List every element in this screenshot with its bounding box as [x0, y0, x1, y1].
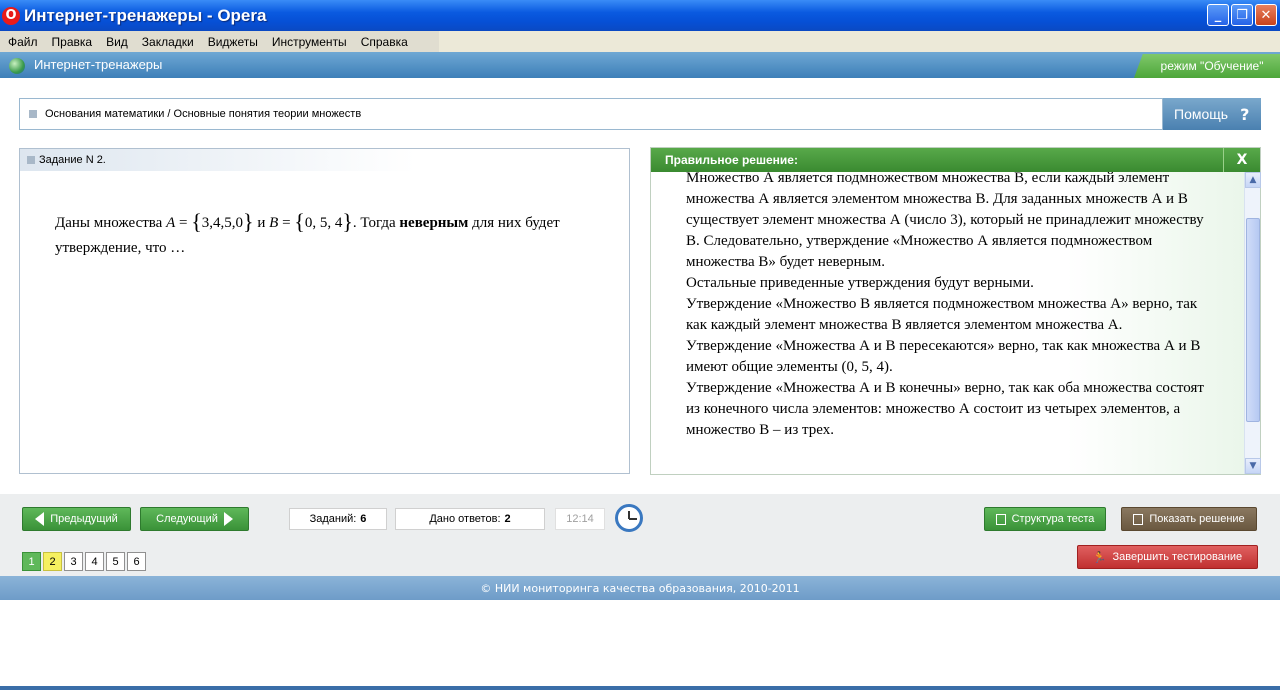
task-conj: и [253, 215, 270, 231]
window-title: Интернет-тренажеры - Opera [24, 5, 267, 25]
task-number: Задание N 2. [39, 154, 106, 166]
menu-tools[interactable]: Инструменты [272, 35, 347, 49]
page-2[interactable]: 2 [43, 552, 62, 571]
menu-file[interactable]: Файл [8, 35, 38, 49]
menu-edit[interactable]: Правка [52, 35, 93, 49]
finish-test-button[interactable]: 🏃 Завершить тестирование [1077, 545, 1258, 569]
opera-logo-icon: O [2, 6, 20, 25]
brace-open-icon: { [294, 209, 305, 234]
page-3[interactable]: 3 [64, 552, 83, 571]
solution-paragraph: Остальные приведенные утверждения будут … [686, 275, 1034, 291]
solution-paragraph: Утверждение «Множество В является подмно… [686, 296, 1198, 333]
page-6[interactable]: 6 [127, 552, 146, 571]
list-icon [995, 513, 1006, 525]
help-label: Помощь [1174, 106, 1229, 122]
page-5[interactable]: 5 [106, 552, 125, 571]
tasks-count: 6 [360, 513, 367, 525]
bullet-square-icon [29, 110, 37, 118]
question-icon: ? [1240, 104, 1250, 124]
set-b-values: 0, 5, 4 [304, 215, 343, 231]
scroll-thumb[interactable] [1246, 218, 1260, 422]
breadcrumb: Основания математики / Основные понятия … [19, 98, 1163, 130]
globe-icon [9, 58, 25, 74]
task-bold-word: неверным [399, 215, 469, 231]
bullet-square-icon [27, 156, 35, 164]
solution-paragraph: Утверждение «Множества А и В пересекаютс… [686, 338, 1201, 375]
menu-group: Файл Правка Вид Закладки Виджеты Инструм… [0, 31, 439, 52]
menu-bookmarks[interactable]: Закладки [142, 35, 194, 49]
arrow-right-icon [223, 512, 233, 526]
solution-text: Множество А является подмножеством множе… [686, 172, 1216, 441]
scroll-up-icon[interactable]: ▲ [1245, 172, 1261, 188]
close-window-button[interactable]: ✕ [1255, 4, 1277, 26]
clock-icon [615, 504, 643, 532]
set-a-values: 3,4,5,0 [201, 215, 244, 231]
menu-view[interactable]: Вид [106, 35, 128, 49]
footer: © НИИ мониторинга качества образования, … [0, 576, 1280, 600]
solution-paragraph: Утверждение «Множества А и В конечны» ве… [686, 380, 1204, 438]
prev-button[interactable]: Предыдущий [22, 507, 131, 531]
solution-panel: Правильное решение: X Множество А являет… [650, 147, 1261, 475]
menu-widgets[interactable]: Виджеты [208, 35, 258, 49]
answers-count: 2 [504, 513, 511, 525]
task-mid: . Тогда [352, 215, 400, 231]
breadcrumb-text: Основания математики / Основные понятия … [45, 108, 362, 120]
tasks-label: Заданий: [309, 513, 357, 525]
set-a-name: A [166, 215, 176, 231]
timer: 12:14 [555, 508, 605, 530]
show-solution-button[interactable]: Показать решение [1121, 507, 1257, 531]
minimize-button[interactable]: _ [1207, 4, 1229, 26]
brace-close-icon: } [342, 209, 353, 234]
answers-counter: Дано ответов: 2 [395, 508, 545, 530]
prev-label: Предыдущий [50, 513, 118, 525]
next-label: Следующий [156, 513, 218, 525]
mode-badge: режим "Обучение" [1134, 54, 1280, 78]
menu-help[interactable]: Справка [361, 35, 408, 49]
brace-close-icon: } [243, 209, 254, 234]
book-icon [1133, 513, 1144, 525]
test-structure-button[interactable]: Структура теста [984, 507, 1106, 531]
scroll-down-icon[interactable]: ▼ [1245, 458, 1261, 474]
show-solution-label: Показать решение [1149, 513, 1245, 525]
page-4[interactable]: 4 [85, 552, 104, 571]
solution-title: Правильное решение: [665, 153, 798, 167]
solution-header: Правильное решение: X [651, 148, 1260, 172]
maximize-button[interactable]: ❐ [1231, 4, 1253, 26]
brace-open-icon: { [191, 209, 202, 234]
task-header: Задание N 2. [20, 149, 629, 171]
task-question: Даны множества A = {3,4,5,0} и B = {0, 5… [55, 209, 560, 256]
task-panel: Задание N 2. Даны множества A = {3,4,5,0… [19, 148, 630, 474]
page-1[interactable]: 1 [22, 552, 41, 571]
app-name: Интернет-тренажеры [34, 57, 163, 72]
task-intro: Даны множества [55, 215, 167, 231]
solution-close-button[interactable]: X [1223, 148, 1260, 172]
window-titlebar: O Интернет-тренажеры - Opera _ ❐ ✕ [0, 0, 1280, 31]
set-b-name: B [269, 215, 279, 231]
app-header: Интернет-тренажеры режим "Обучение" [0, 52, 1280, 78]
page-navigator: 1 2 3 4 5 6 [22, 552, 146, 571]
bottom-border [0, 686, 1280, 690]
solution-paragraph: Множество А является подмножеством множе… [686, 172, 1204, 270]
tasks-counter: Заданий: 6 [289, 508, 387, 530]
help-button[interactable]: Помощь ? [1163, 98, 1261, 130]
structure-label: Структура теста [1011, 513, 1095, 525]
window-controls: _ ❐ ✕ [1207, 4, 1277, 26]
solution-body: Множество А является подмножеством множе… [651, 172, 1245, 474]
arrow-left-icon [35, 512, 45, 526]
runner-icon: 🏃 [1092, 551, 1107, 564]
next-button[interactable]: Следующий [140, 507, 249, 531]
menu-bar: Файл Правка Вид Закладки Виджеты Инструм… [0, 31, 1280, 52]
solution-scrollbar[interactable]: ▲ ▼ [1244, 172, 1261, 474]
answers-label: Дано ответов: [429, 513, 501, 525]
finish-label: Завершить тестирование [1112, 551, 1243, 563]
